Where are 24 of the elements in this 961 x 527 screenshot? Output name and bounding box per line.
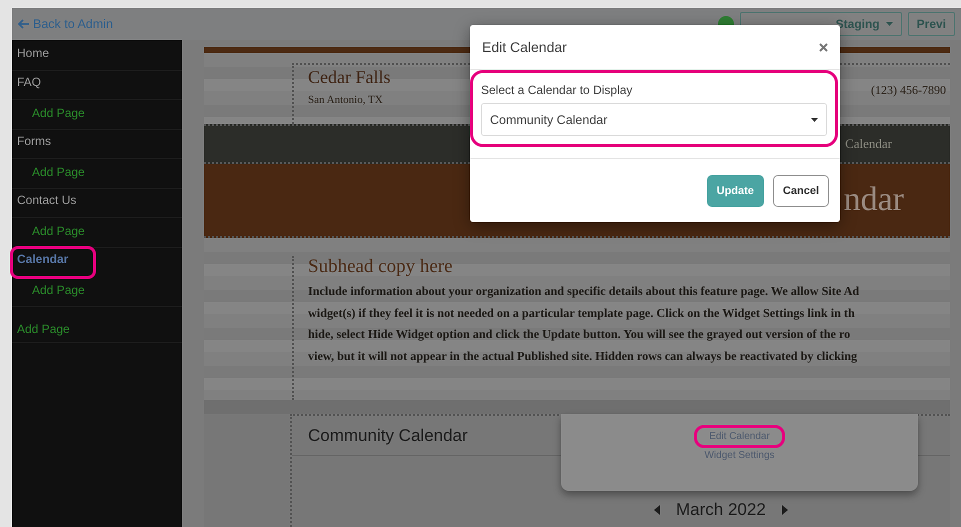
body-text-line: hide, select Hide Widget option and click the Update button. You will see the grayed out version of the ro (308, 326, 852, 343)
field-label: Select a Calendar to Display (481, 83, 634, 97)
body-text-line: view, but it will not appear in the actual Published site. Hidden rows can always be reactivated by clicking (308, 348, 858, 365)
cancel-button[interactable]: Cancel (772, 174, 829, 206)
caret-icon (811, 118, 818, 122)
site-phone: (123) 456-7890 (871, 83, 946, 99)
caret-icon (886, 22, 893, 26)
previous-icon[interactable] (654, 505, 660, 515)
calendar-select[interactable]: Community Calendar (481, 103, 827, 136)
calendar-month: March 2022 (676, 500, 766, 520)
nav-item[interactable]: Calendar (845, 136, 892, 152)
banner-title: ndar (844, 181, 904, 219)
sidebar-item[interactable]: Calendar (12, 248, 94, 277)
subhead: Subhead copy here (308, 256, 454, 278)
back-arrow-icon (18, 19, 30, 29)
update-button[interactable]: Update (706, 174, 764, 206)
site-name: Cedar Falls (308, 67, 390, 88)
dialog-title: Edit Calendar (482, 39, 567, 55)
body-text-line: Include information about your organization and specific details about this feature page. We allow Site Ad (308, 283, 860, 300)
widget-title: Community Calendar (308, 426, 468, 446)
body-text-line: widget(s) if they feel it is not needed on a particular template page. Click on the Widget Settings link in th (308, 304, 856, 322)
close-icon[interactable] (819, 42, 828, 52)
site-location: San Antonio, TX (308, 94, 384, 106)
next-icon[interactable] (782, 505, 788, 515)
